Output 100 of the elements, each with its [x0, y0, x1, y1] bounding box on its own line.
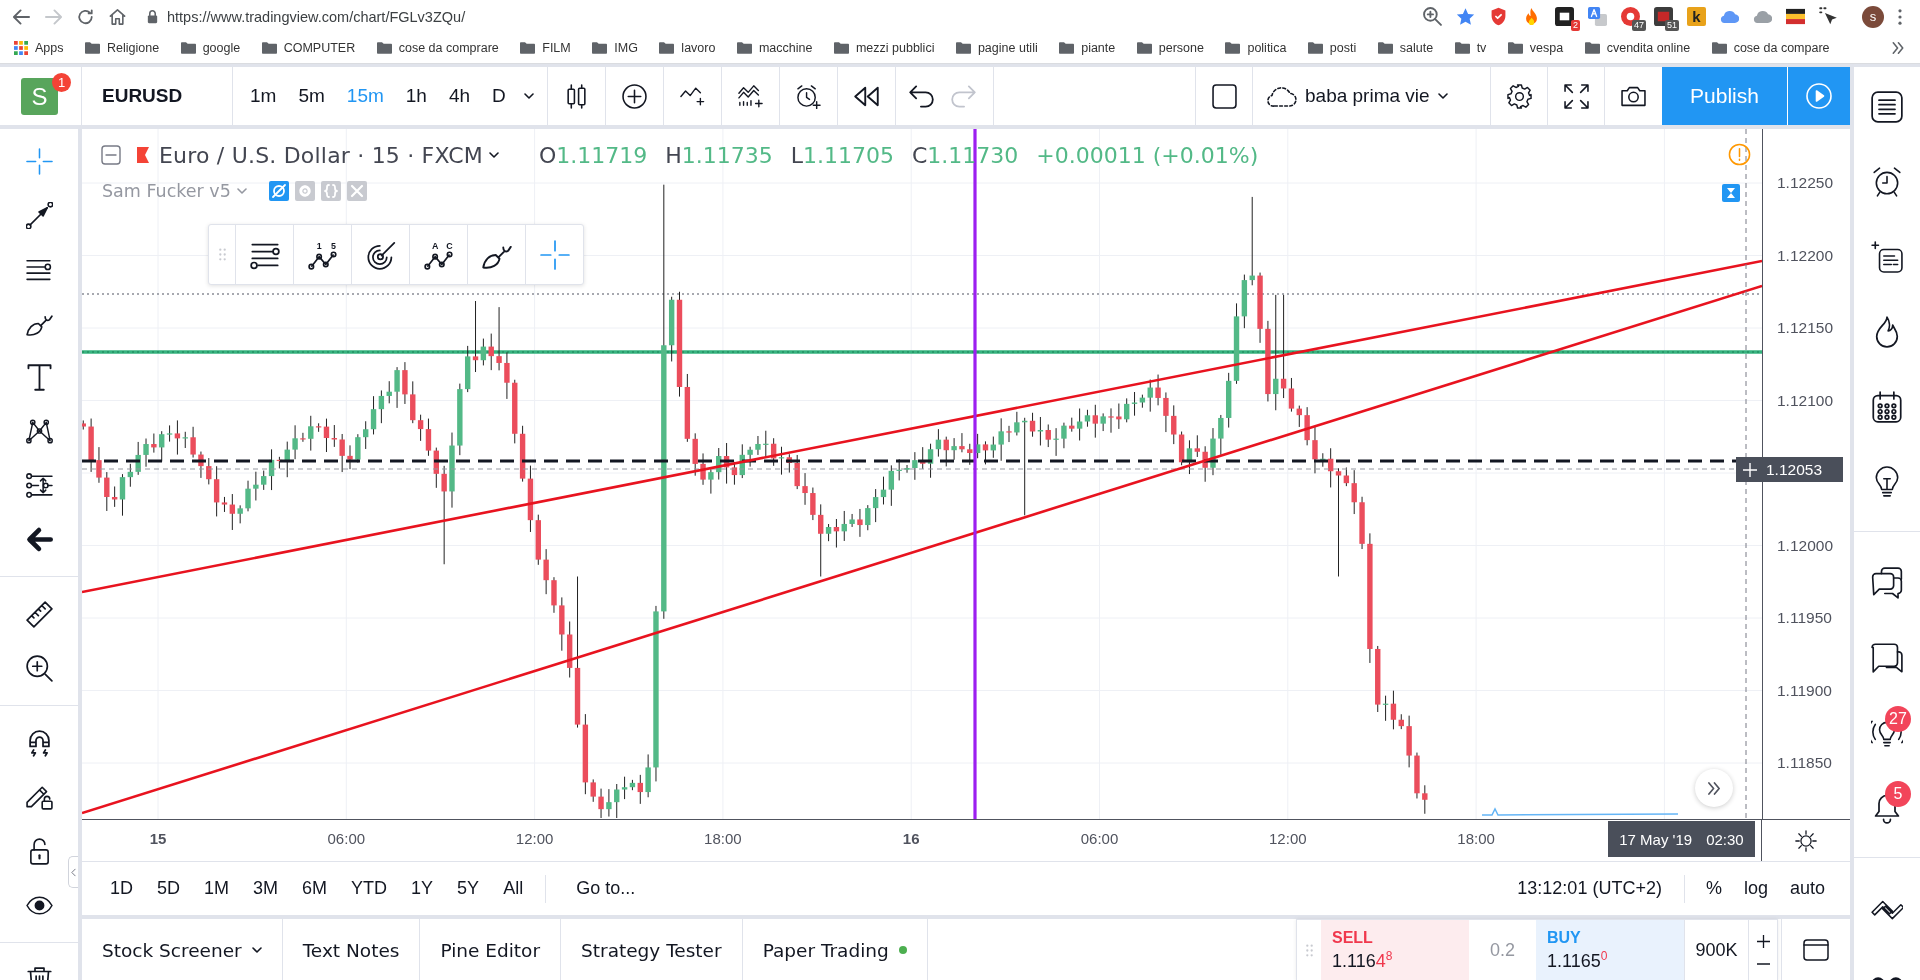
interval-button[interactable]: 1m — [239, 67, 288, 125]
interval-button[interactable]: D — [481, 67, 517, 125]
interval-button[interactable]: 5m — [287, 67, 336, 125]
drag-handle-icon[interactable] — [218, 248, 226, 261]
symbol-button[interactable]: EURUSD — [82, 67, 203, 125]
apps-shortcut[interactable]: Apps — [14, 41, 64, 55]
symbol-title[interactable]: Euro / U.S. Dollar · 15 · FXCM — [159, 142, 499, 168]
shield-icon[interactable] — [1489, 7, 1508, 26]
sun-icon[interactable] — [1795, 829, 1817, 852]
bookmark-folder[interactable]: mezzi pubblici — [833, 41, 935, 55]
range-button[interactable]: 1D — [98, 870, 145, 907]
range-button[interactable]: YTD — [339, 870, 400, 907]
waves-plus-icon[interactable] — [737, 83, 763, 109]
bookmark-folder[interactable]: Religione — [85, 41, 160, 55]
ruler-icon[interactable] — [25, 600, 53, 628]
quantity-field[interactable]: 900K — [1684, 920, 1748, 980]
lines-arrow-icon[interactable] — [25, 471, 53, 499]
zoom-in-icon[interactable] — [25, 654, 53, 682]
range-button[interactable]: 3M — [241, 870, 291, 907]
bookmark-folder[interactable]: pagine utili — [955, 41, 1038, 55]
settings-icon[interactable] — [1506, 83, 1532, 109]
flag-icon[interactable] — [1786, 7, 1805, 26]
tile-icon[interactable] — [1555, 7, 1574, 26]
scroll-button[interactable] — [1695, 769, 1733, 807]
panel-tab[interactable]: Strategy Tester — [561, 919, 743, 980]
buy-button[interactable]: BUY 1.1165$^{0}$ — [1536, 920, 1684, 980]
panel-tab[interactable]: Text Notes — [282, 919, 421, 980]
fullscreen-icon[interactable] — [1563, 83, 1589, 109]
cursor-icon[interactable] — [1819, 7, 1838, 26]
collapse-icon[interactable] — [101, 145, 121, 165]
bookmark-folder[interactable]: cose da comprare — [376, 41, 499, 55]
alarm-clock-plus-icon[interactable] — [795, 83, 821, 109]
address-bar[interactable]: https://www.tradingview.com/chart/FGLv3ZQu/ — [147, 2, 1423, 31]
bookmark-folder[interactable]: tv — [1454, 41, 1487, 55]
scale-button[interactable]: log — [1732, 870, 1779, 907]
minus-icon[interactable] — [1756, 962, 1770, 965]
panel-tab[interactable]: Paper Trading — [742, 919, 928, 980]
trend-line-icon[interactable] — [25, 201, 53, 229]
bookmark-folder[interactable]: macchine — [736, 41, 813, 55]
pattern-icon[interactable] — [25, 417, 53, 445]
star-icon[interactable] — [1456, 7, 1475, 26]
chat-bubbles-icon[interactable] — [1871, 566, 1903, 599]
bookmark-folder[interactable]: piante — [1059, 41, 1116, 55]
sell-button[interactable]: SELL 1.1164$^{8}$ — [1321, 920, 1469, 980]
magnifier-icon[interactable] — [1423, 7, 1442, 26]
range-button[interactable]: 1Y — [399, 870, 446, 907]
bookmark-folder[interactable]: politica — [1225, 41, 1287, 55]
bookmark-folder[interactable]: vespa — [1507, 41, 1564, 55]
pencil-lock-icon[interactable] — [25, 783, 53, 811]
bookmark-folder[interactable]: salute — [1377, 41, 1434, 55]
layout-button[interactable]: baba prima vie — [1253, 67, 1462, 125]
list-icon[interactable] — [1871, 90, 1903, 123]
bookmark-folder[interactable]: cvendita online — [1584, 41, 1691, 55]
undo-icon[interactable] — [909, 83, 935, 109]
bookmark-folder[interactable]: COMPUTER — [261, 41, 356, 55]
interval-button[interactable]: 1h — [394, 67, 438, 125]
letter-tile[interactable]: k — [1687, 7, 1706, 26]
bookmark-folder[interactable]: lavoro — [659, 41, 716, 55]
square-icon[interactable] — [1211, 83, 1237, 109]
drag-handle-icon[interactable] — [1305, 943, 1313, 957]
range-button[interactable]: 5D — [145, 870, 193, 907]
panel-tab[interactable]: Stock Screener — [82, 919, 283, 980]
go-to-button[interactable]: Go to... — [556, 870, 656, 907]
bookmark-folder[interactable]: cose da compare — [1711, 41, 1830, 55]
window-icon[interactable] — [1803, 939, 1829, 961]
left-arrow-icon[interactable] — [25, 525, 53, 553]
plus-circle-icon[interactable] — [621, 83, 647, 109]
plus-icon[interactable] — [1756, 935, 1770, 949]
eye-off-icon[interactable] — [268, 181, 289, 201]
home-icon[interactable] — [109, 8, 126, 25]
calendar-icon[interactable] — [1871, 390, 1903, 423]
range-button[interactable]: All — [491, 870, 536, 907]
hourglass-icon[interactable] — [1722, 184, 1740, 202]
range-button[interactable]: 6M — [290, 870, 340, 907]
bookmark-folder[interactable]: persone — [1136, 41, 1204, 55]
bookmark-folder[interactable]: FILM — [520, 41, 571, 55]
spiral-icon[interactable] — [365, 239, 396, 270]
document-icon[interactable] — [1871, 240, 1903, 273]
chat-icon[interactable] — [1871, 641, 1903, 674]
range-button[interactable]: 1M — [192, 870, 242, 907]
double-chevron-icon[interactable] — [1892, 42, 1904, 54]
scale-button[interactable]: auto — [1778, 870, 1836, 907]
play-button[interactable] — [1788, 67, 1850, 125]
interval-button[interactable]: 4h — [437, 67, 482, 125]
reload-icon[interactable] — [77, 8, 94, 25]
tiles-icon[interactable] — [1588, 7, 1607, 26]
crosshair-icon[interactable] — [25, 147, 53, 175]
scale-button[interactable]: % — [1694, 870, 1733, 907]
bookmark-folder[interactable]: posti — [1307, 41, 1357, 55]
panel-tab[interactable]: Pine Editor — [420, 919, 562, 980]
menu-icon[interactable] — [1898, 8, 1902, 25]
caret-icon[interactable] — [523, 93, 534, 99]
bookmark-folder[interactable]: google — [180, 41, 241, 55]
alarm-clock-icon[interactable] — [1871, 165, 1903, 198]
text-icon[interactable] — [25, 363, 53, 391]
crosshair-icon[interactable] — [539, 239, 570, 270]
range-button[interactable]: 5Y — [445, 870, 492, 907]
bookmark-folder[interactable]: IMG — [592, 41, 638, 55]
profile-avatar[interactable]: s — [1862, 5, 1884, 28]
back-icon[interactable] — [13, 8, 30, 25]
